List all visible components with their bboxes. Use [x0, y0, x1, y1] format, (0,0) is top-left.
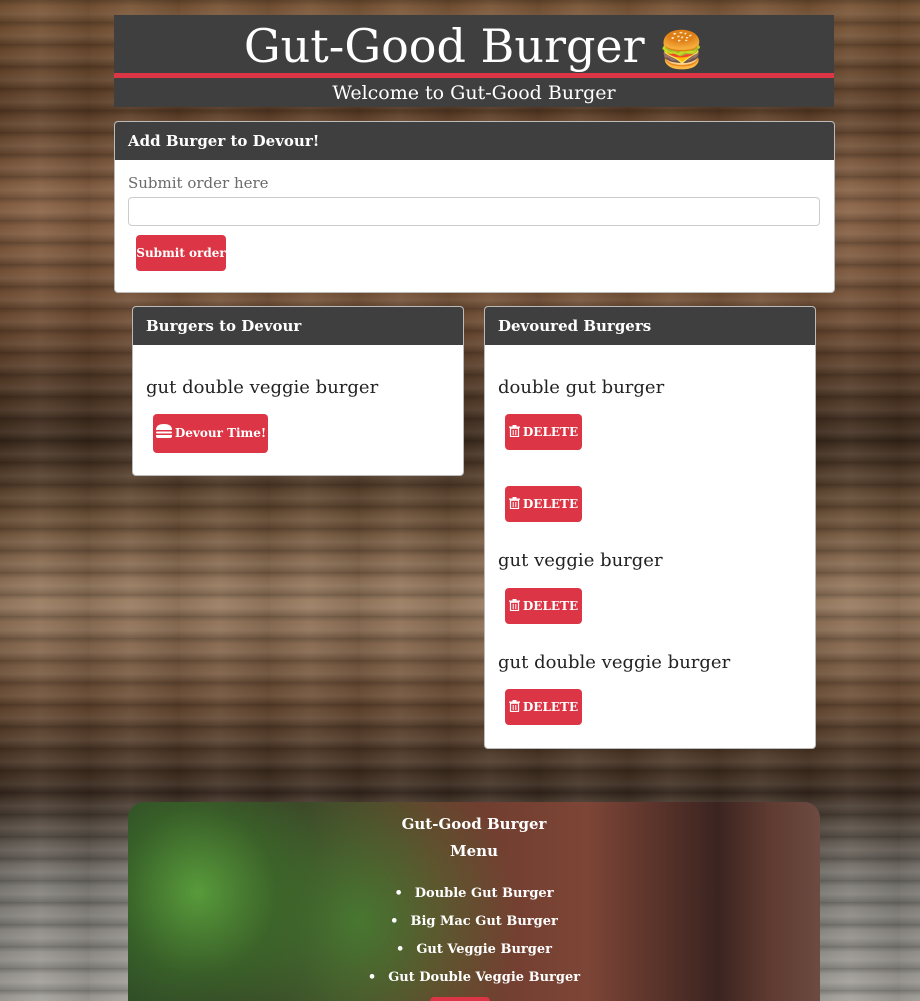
order-input[interactable]	[128, 197, 820, 226]
trash-icon	[508, 599, 520, 612]
devour-time-label: Devour Time!	[174, 426, 267, 440]
devoured-burgers-card: Devoured Burgers double gut burger DELET…	[484, 306, 816, 749]
devoured-item-name: double gut burger	[498, 377, 665, 398]
devoured-burgers-title: Devoured Burgers	[485, 307, 815, 345]
menu-item: Double Gut Burger	[128, 880, 820, 908]
footer-menu-heading: Menu	[450, 842, 498, 860]
footer-title: Gut-Good Burger	[401, 815, 547, 833]
menu-item: Big Mac Gut Burger	[128, 908, 820, 936]
delete-button[interactable]: DELETE	[505, 486, 582, 522]
add-burger-card: Add Burger to Devour! Submit order here …	[114, 121, 835, 293]
footer-menu-list: Double Gut Burger Big Mac Gut Burger Gut…	[128, 880, 820, 992]
delete-label: DELETE	[522, 599, 579, 613]
menu-item: Gut Veggie Burger	[128, 936, 820, 964]
footer-button[interactable]	[430, 997, 490, 1001]
trash-icon	[508, 497, 520, 510]
site-title: Gut-Good Burger 🍔	[114, 15, 834, 73]
site-footer: Gut-Good Burger Menu Double Gut Burger B…	[128, 802, 820, 1001]
burger-icon: 🍔	[659, 30, 705, 71]
delete-button[interactable]: DELETE	[505, 414, 582, 450]
submit-order-button[interactable]: Submit order	[136, 235, 226, 271]
burgers-to-devour-title: Burgers to Devour	[133, 307, 463, 345]
burger-icon	[155, 424, 172, 438]
welcome-text: Welcome to Gut-Good Burger	[332, 82, 616, 104]
order-input-label: Submit order here	[128, 174, 269, 192]
burgers-to-devour-card: Burgers to Devour gut double veggie burg…	[132, 306, 464, 476]
devour-time-button[interactable]: Devour Time!	[153, 414, 268, 453]
burger-item-name: gut double veggie burger	[146, 377, 379, 398]
trash-icon	[508, 425, 520, 438]
add-burger-card-title: Add Burger to Devour!	[115, 122, 834, 160]
devoured-item-name: gut veggie burger	[498, 550, 663, 571]
delete-button[interactable]: DELETE	[505, 588, 582, 624]
site-header: Gut-Good Burger 🍔 Welcome to Gut-Good Bu…	[114, 15, 834, 107]
delete-label: DELETE	[522, 425, 579, 439]
delete-label: DELETE	[522, 497, 579, 511]
delete-button[interactable]: DELETE	[505, 689, 582, 725]
delete-label: DELETE	[522, 700, 579, 714]
site-title-text: Gut-Good Burger	[243, 19, 645, 73]
devoured-item-name: gut double veggie burger	[498, 652, 731, 673]
menu-item: Gut Double Veggie Burger	[128, 964, 820, 992]
trash-icon	[508, 700, 520, 713]
